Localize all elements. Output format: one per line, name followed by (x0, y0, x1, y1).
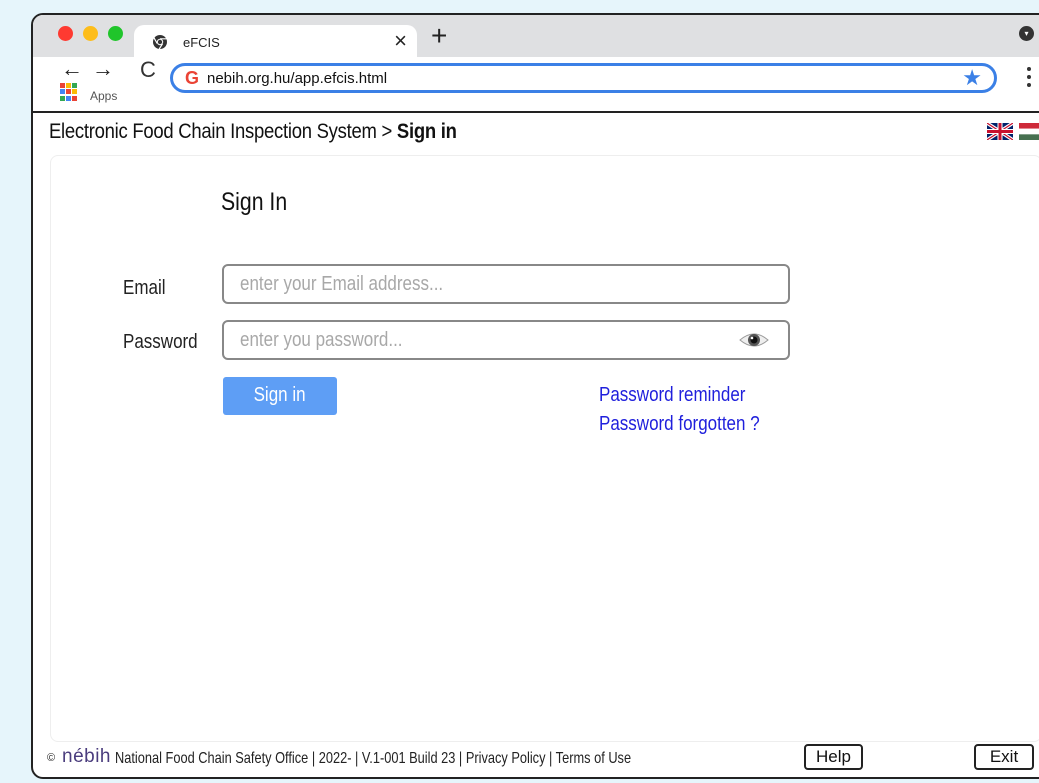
minimize-window-button[interactable] (83, 26, 98, 41)
profile-icon[interactable]: ▾ (1019, 26, 1034, 41)
password-placeholder: enter you password... (240, 329, 403, 351)
uk-flag-icon[interactable] (987, 123, 1013, 140)
exit-button[interactable]: Exit (974, 744, 1034, 770)
signin-card: Sign In Email enter your Email address..… (50, 155, 1039, 742)
browser-window: eFCIS × + ▾ ← → C Apps G nebih.org.hu/ap… (31, 13, 1039, 779)
bookmark-star-icon[interactable]: ★ (962, 65, 982, 91)
back-icon[interactable]: ← (61, 58, 83, 80)
password-label: Password (123, 331, 198, 353)
email-placeholder: enter your Email address... (240, 273, 444, 295)
tab-close-icon[interactable]: × (394, 30, 407, 52)
url-text[interactable]: nebih.org.hu/app.efcis.html (207, 70, 387, 87)
page-header: Electronic Food Chain Inspection System … (33, 113, 1039, 153)
help-button[interactable]: Help (804, 744, 863, 770)
copyright-symbol: © (47, 752, 56, 764)
maximize-window-button[interactable] (108, 26, 123, 41)
language-selector (981, 123, 1039, 141)
footer-text: National Food Chain Safety Office | 2022… (115, 750, 632, 767)
browser-menu-icon[interactable] (1027, 67, 1031, 91)
footer: © nébih National Food Chain Safety Offic… (33, 744, 1039, 777)
tab-title: eFCIS (183, 35, 220, 50)
email-label: Email (123, 277, 166, 299)
browser-toolbar: ← → C Apps G nebih.org.hu/app.efcis.html… (33, 57, 1039, 113)
password-reminder-link[interactable]: Password reminder (599, 384, 745, 407)
close-window-button[interactable] (58, 26, 73, 41)
new-tab-button[interactable]: + (431, 22, 447, 50)
address-bar[interactable]: G nebih.org.hu/app.efcis.html ★ (170, 63, 997, 93)
breadcrumb: Electronic Food Chain Inspection System … (49, 120, 457, 144)
breadcrumb-current: Sign in (396, 120, 457, 143)
signin-button[interactable]: Sign in (223, 377, 337, 415)
browser-tab[interactable]: eFCIS × (134, 25, 417, 59)
chrome-icon (153, 35, 167, 50)
password-forgotten-link[interactable]: Password forgotten ? (599, 413, 760, 436)
google-icon: G (185, 68, 200, 88)
apps-label[interactable]: Apps (90, 89, 117, 103)
hungary-flag-icon[interactable] (1019, 123, 1039, 140)
signin-title: Sign In (221, 188, 288, 216)
breadcrumb-prefix: Electronic Food Chain Inspection System … (49, 120, 397, 143)
signin-button-label: Sign in (254, 384, 306, 406)
reload-icon[interactable]: C (140, 59, 156, 81)
tab-strip: eFCIS × + ▾ (33, 15, 1039, 59)
password-field[interactable]: enter you password... (222, 320, 790, 360)
nebih-logo: nébih (62, 746, 111, 767)
apps-icon[interactable] (60, 83, 78, 101)
email-field[interactable]: enter your Email address... (222, 264, 790, 304)
forward-icon[interactable]: → (92, 58, 114, 80)
show-password-eye-icon[interactable] (738, 328, 770, 352)
